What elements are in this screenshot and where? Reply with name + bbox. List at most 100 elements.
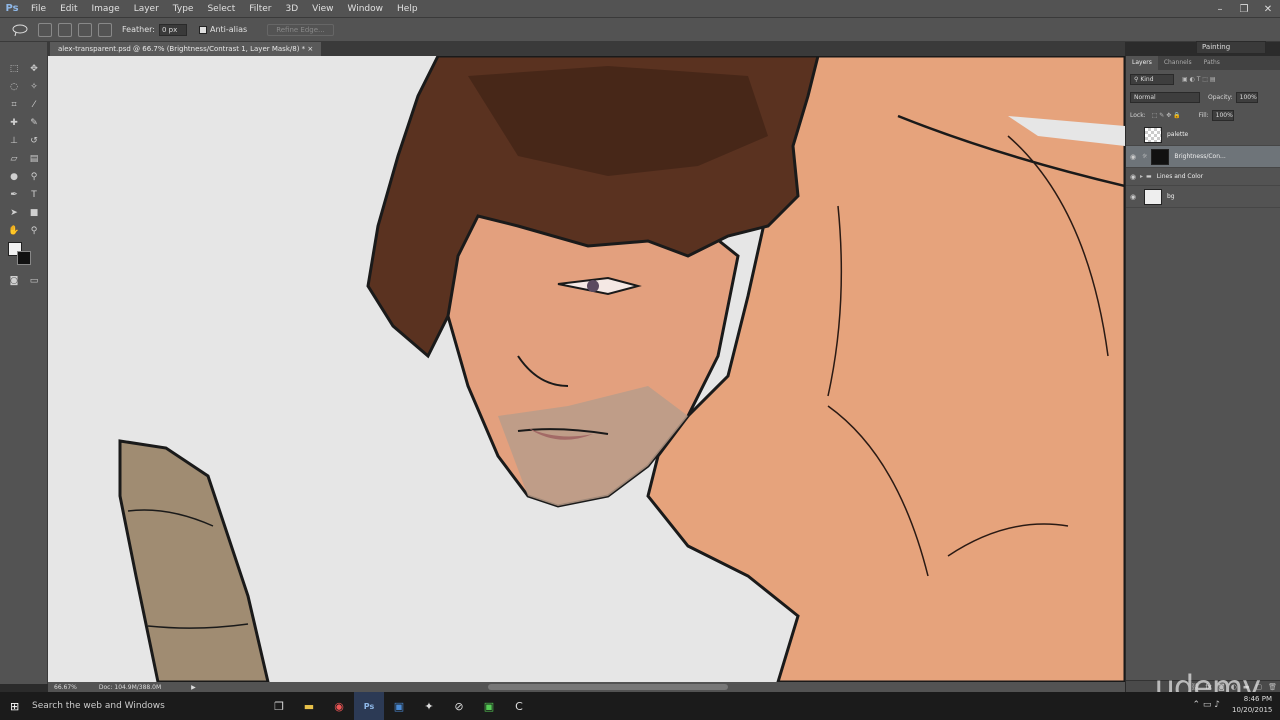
opacity-input[interactable]: 100% <box>1235 91 1258 103</box>
lock-row: Lock: ⬚ ✎ ✥ 🔒 Fill: 100% <box>1126 106 1280 124</box>
file-explorer-icon[interactable]: ▬ <box>294 692 324 720</box>
kind-select[interactable]: ⚲ Kind <box>1130 73 1174 85</box>
type-tool-icon[interactable]: T <box>26 188 42 202</box>
zoom-level[interactable]: 66.67% <box>54 684 77 691</box>
menu-select[interactable]: Select <box>200 0 242 18</box>
menu-image[interactable]: Image <box>85 0 127 18</box>
layer-mask-thumbnail[interactable] <box>1151 148 1170 165</box>
windows-start-icon[interactable]: ⊞ <box>10 700 19 713</box>
crop-tool-icon[interactable]: ⌗ <box>6 98 22 112</box>
menu-view[interactable]: View <box>305 0 340 18</box>
menu-bar: Ps File Edit Image Layer Type Select Fil… <box>0 0 1280 18</box>
layer-name: Lines and Color <box>1156 173 1204 180</box>
history-brush-icon[interactable]: ↺ <box>26 134 42 148</box>
layer-row-brightness[interactable]: ◉ ☼ Brightness/Con... <box>1126 146 1280 168</box>
canvas[interactable] <box>48 56 1125 682</box>
app-icon[interactable]: ▣ <box>474 692 504 720</box>
healing-brush-icon[interactable]: ✚ <box>6 116 22 130</box>
layer-thumbnail <box>1144 126 1162 143</box>
menu-filter[interactable]: Filter <box>242 0 278 18</box>
adjustment-icon: ☼ <box>1142 153 1148 160</box>
add-selection-icon[interactable] <box>58 22 72 37</box>
clock-date: 10/20/2015 <box>1232 706 1273 714</box>
horizontal-scrollbar[interactable] <box>488 684 728 690</box>
app-icon[interactable]: C <box>504 692 534 720</box>
magic-wand-icon[interactable]: ✧ <box>26 80 42 94</box>
menu-window[interactable]: Window <box>341 0 391 18</box>
tab-channels[interactable]: Channels <box>1158 56 1198 70</box>
eye-icon[interactable]: ◉ <box>1126 173 1140 181</box>
lock-label: Lock: <box>1130 111 1146 119</box>
fill-input[interactable]: 100% <box>1211 109 1234 121</box>
lasso-tool-icon[interactable] <box>10 23 32 37</box>
chrome-icon[interactable]: ◉ <box>324 692 354 720</box>
doc-size[interactable]: Doc: 104.9M/388.0M <box>99 684 161 691</box>
tab-paths[interactable]: Paths <box>1198 56 1226 70</box>
expand-arrow-icon[interactable]: ▸ <box>1140 173 1143 180</box>
hand-tool-icon[interactable]: ✋ <box>6 224 22 238</box>
background-color-swatch[interactable] <box>17 251 31 265</box>
eyedropper-icon[interactable]: ⁄ <box>26 98 42 112</box>
blend-mode-select[interactable]: Normal <box>1130 91 1200 103</box>
menu-edit[interactable]: Edit <box>53 0 84 18</box>
menu-file[interactable]: File <box>24 0 53 18</box>
pen-tool-icon[interactable]: ✒ <box>6 188 22 202</box>
marquee-tool-icon[interactable]: ⬚ <box>6 62 22 76</box>
blur-tool-icon[interactable]: ● <box>6 170 22 184</box>
document-tab-strip: alex-transparent.psd @ 66.7% (Brightness… <box>48 42 1125 56</box>
zoom-tool-icon[interactable]: ⚲ <box>26 224 42 238</box>
subtract-selection-icon[interactable] <box>78 22 92 37</box>
eye-icon[interactable]: ◉ <box>1126 193 1140 201</box>
tray-icons[interactable]: ⌃ ▭ ♪ <box>1192 700 1220 710</box>
path-select-icon[interactable]: ➤ <box>6 206 22 220</box>
dodge-tool-icon[interactable]: ⚲ <box>26 170 42 184</box>
feather-input[interactable]: 0 px <box>158 23 187 36</box>
antialias-label: Anti-alias <box>209 25 248 34</box>
status-arrow-icon[interactable]: ▶ <box>191 684 196 691</box>
eraser-tool-icon[interactable]: ▱ <box>6 152 22 166</box>
store-icon[interactable]: ▣ <box>384 692 414 720</box>
task-view-icon[interactable]: ❐ <box>264 692 294 720</box>
tab-layers[interactable]: Layers <box>1126 56 1158 70</box>
layer-row-lines-color[interactable]: ◉ ▸ ▬ Lines and Color <box>1126 168 1280 186</box>
photoshop-taskbar-icon[interactable]: Ps <box>354 692 384 720</box>
stamp-tool-icon[interactable]: ⊥ <box>6 134 22 148</box>
new-selection-icon[interactable] <box>38 22 52 37</box>
trash-icon[interactable]: 🗑 <box>1268 683 1277 691</box>
layers-panel: Layers Channels Paths ⚲ Kind ▣ ◐ T ⬚ ▤ N… <box>1125 56 1280 692</box>
lock-icons[interactable]: ⬚ ✎ ✥ 🔒 <box>1152 112 1181 119</box>
tab-close-icon[interactable]: × <box>307 45 313 53</box>
gradient-tool-icon[interactable]: ▤ <box>26 152 42 166</box>
feather-label: Feather: <box>122 25 155 34</box>
quick-mask-icon[interactable]: ◙ <box>6 274 22 288</box>
lasso-icon[interactable]: ◌ <box>6 80 22 94</box>
workspace-select[interactable]: Painting <box>1196 41 1266 54</box>
refine-edge-button[interactable]: Refine Edge... <box>267 23 334 36</box>
layer-row-palette[interactable]: palette <box>1126 124 1280 146</box>
eye-icon[interactable]: ◉ <box>1126 153 1140 161</box>
app-icon[interactable]: ⊘ <box>444 692 474 720</box>
shape-tool-icon[interactable]: ■ <box>26 206 42 220</box>
menu-3d[interactable]: 3D <box>279 0 306 18</box>
blend-row: Normal Opacity: 100% <box>1126 88 1280 106</box>
close-icon[interactable]: ✕ <box>1256 0 1280 18</box>
layer-row-bg[interactable]: ◉ bg <box>1126 186 1280 208</box>
document-tab[interactable]: alex-transparent.psd @ 66.7% (Brightness… <box>50 42 322 56</box>
maximize-icon[interactable]: ❐ <box>1232 0 1256 18</box>
status-bar: 66.67% Doc: 104.9M/388.0M ▶ <box>48 682 1125 692</box>
photoshop-logo: Ps <box>5 3 19 14</box>
minimize-icon[interactable]: – <box>1208 0 1232 18</box>
taskbar-clock[interactable]: 8:46 PM 10/20/2015 <box>1232 694 1272 716</box>
antialias-checkbox[interactable] <box>198 25 207 34</box>
menu-layer[interactable]: Layer <box>127 0 166 18</box>
move-tool-icon[interactable]: ✥ <box>26 62 42 76</box>
app-icon[interactable]: ✦ <box>414 692 444 720</box>
screen-mode-icon[interactable]: ▭ <box>26 274 42 288</box>
taskbar-search[interactable]: Search the web and Windows <box>32 701 260 711</box>
menu-help[interactable]: Help <box>390 0 425 18</box>
intersect-selection-icon[interactable] <box>98 22 112 37</box>
filter-icons[interactable]: ▣ ◐ T ⬚ ▤ <box>1182 76 1216 83</box>
menu-type[interactable]: Type <box>166 0 201 18</box>
layer-list: palette ◉ ☼ Brightness/Con... ◉ ▸ ▬ Line… <box>1126 124 1280 208</box>
brush-tool-icon[interactable]: ✎ <box>26 116 42 130</box>
